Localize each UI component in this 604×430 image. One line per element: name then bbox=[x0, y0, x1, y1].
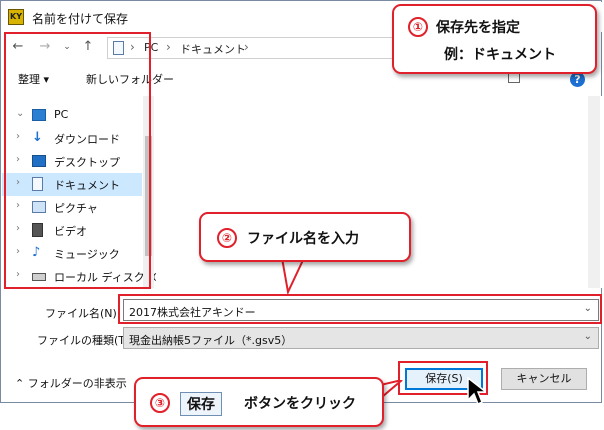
callout-step-1: ① 保存先を指定 例：ドキュメント bbox=[392, 4, 597, 74]
callout-step-2: ② ファイル名を入力 bbox=[199, 212, 411, 262]
content-scrollbar[interactable] bbox=[588, 96, 600, 288]
hide-folders-toggle[interactable]: ⌃ フォルダーの非表示 bbox=[15, 375, 127, 391]
window-title: 名前を付けて保存 bbox=[32, 12, 129, 26]
help-icon[interactable]: ? bbox=[570, 72, 585, 87]
view-options-icon[interactable] bbox=[508, 73, 520, 83]
chevron-down-icon[interactable]: ⌄ bbox=[584, 331, 592, 342]
callout-2-pointer bbox=[280, 258, 306, 294]
cancel-button[interactable]: キャンセル bbox=[501, 368, 587, 390]
filetype-select[interactable]: 現金出納帳5ファイル（*.gsv5） ⌄ bbox=[123, 327, 599, 349]
callout-step-3: ③ 保存 ボタンをクリック bbox=[134, 377, 384, 427]
breadcrumb-separator: › bbox=[244, 40, 249, 54]
step-number-2: ② bbox=[217, 228, 237, 248]
callout-3-text: ボタンをクリック bbox=[244, 396, 356, 412]
nav-highlight-frame bbox=[4, 32, 151, 289]
filename-highlight-frame bbox=[118, 294, 602, 324]
callout-1-line-1: 保存先を指定 bbox=[436, 20, 520, 36]
step-number-3: ③ bbox=[150, 393, 170, 413]
app-icon: KY bbox=[8, 9, 24, 25]
callout-1-line-2: 例：ドキュメント bbox=[444, 47, 556, 63]
callout-2-text: ファイル名を入力 bbox=[247, 231, 359, 247]
step-number-1: ① bbox=[408, 17, 428, 37]
filetype-value: 現金出納帳5ファイル（*.gsv5） bbox=[129, 334, 293, 347]
filetype-label: ファイルの種類(T): bbox=[37, 334, 134, 347]
mouse-pointer-icon bbox=[467, 376, 486, 406]
breadcrumb-separator: › bbox=[166, 40, 171, 54]
breadcrumb-documents[interactable]: ドキュメント bbox=[180, 41, 246, 57]
hide-folders-label: フォルダーの非表示 bbox=[27, 377, 127, 390]
chevron-up-icon: ⌃ bbox=[15, 377, 25, 390]
save-keyword-label: 保存 bbox=[180, 392, 222, 416]
filename-label: ファイル名(N): bbox=[45, 307, 121, 320]
